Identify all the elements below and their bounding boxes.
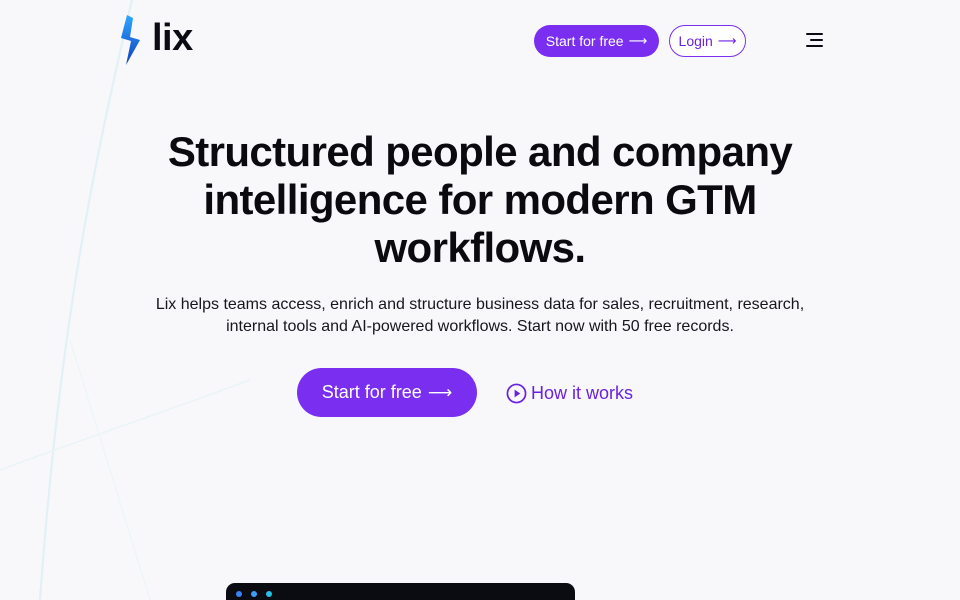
hero-title: Structured people and company intelligen… <box>167 128 793 271</box>
how-it-works-link[interactable]: How it works <box>506 381 633 405</box>
nav-start-for-free-button[interactable]: Start for free ⟶ <box>534 25 659 57</box>
arrow-right-icon: ⟶ <box>717 33 737 48</box>
app-preview-window <box>226 583 575 600</box>
play-circle-icon <box>506 383 527 403</box>
lix-logo[interactable]: lix <box>118 14 193 66</box>
arrow-right-icon: ⟶ <box>427 382 453 402</box>
hamburger-menu-icon[interactable] <box>804 30 826 50</box>
landing-page: lix Start for free ⟶ Login ⟶ Structured … <box>0 0 960 600</box>
window-dot <box>266 591 272 597</box>
login-button[interactable]: Login ⟶ <box>669 25 746 57</box>
start-for-free-button[interactable]: Start for free ⟶ <box>297 368 477 417</box>
start-for-free-label: Start for free <box>321 382 422 402</box>
hero-subtitle: Lix helps teams access, enrich and struc… <box>155 296 805 335</box>
arrow-right-icon: ⟶ <box>628 33 648 48</box>
logo-wordmark: lix <box>152 17 193 59</box>
login-label: Login <box>678 33 713 49</box>
window-dot <box>251 591 257 597</box>
lightning-bolt-icon <box>121 15 140 65</box>
window-dot <box>236 591 242 597</box>
how-it-works-label: How it works <box>531 382 634 403</box>
nav-start-label: Start for free <box>545 33 624 49</box>
